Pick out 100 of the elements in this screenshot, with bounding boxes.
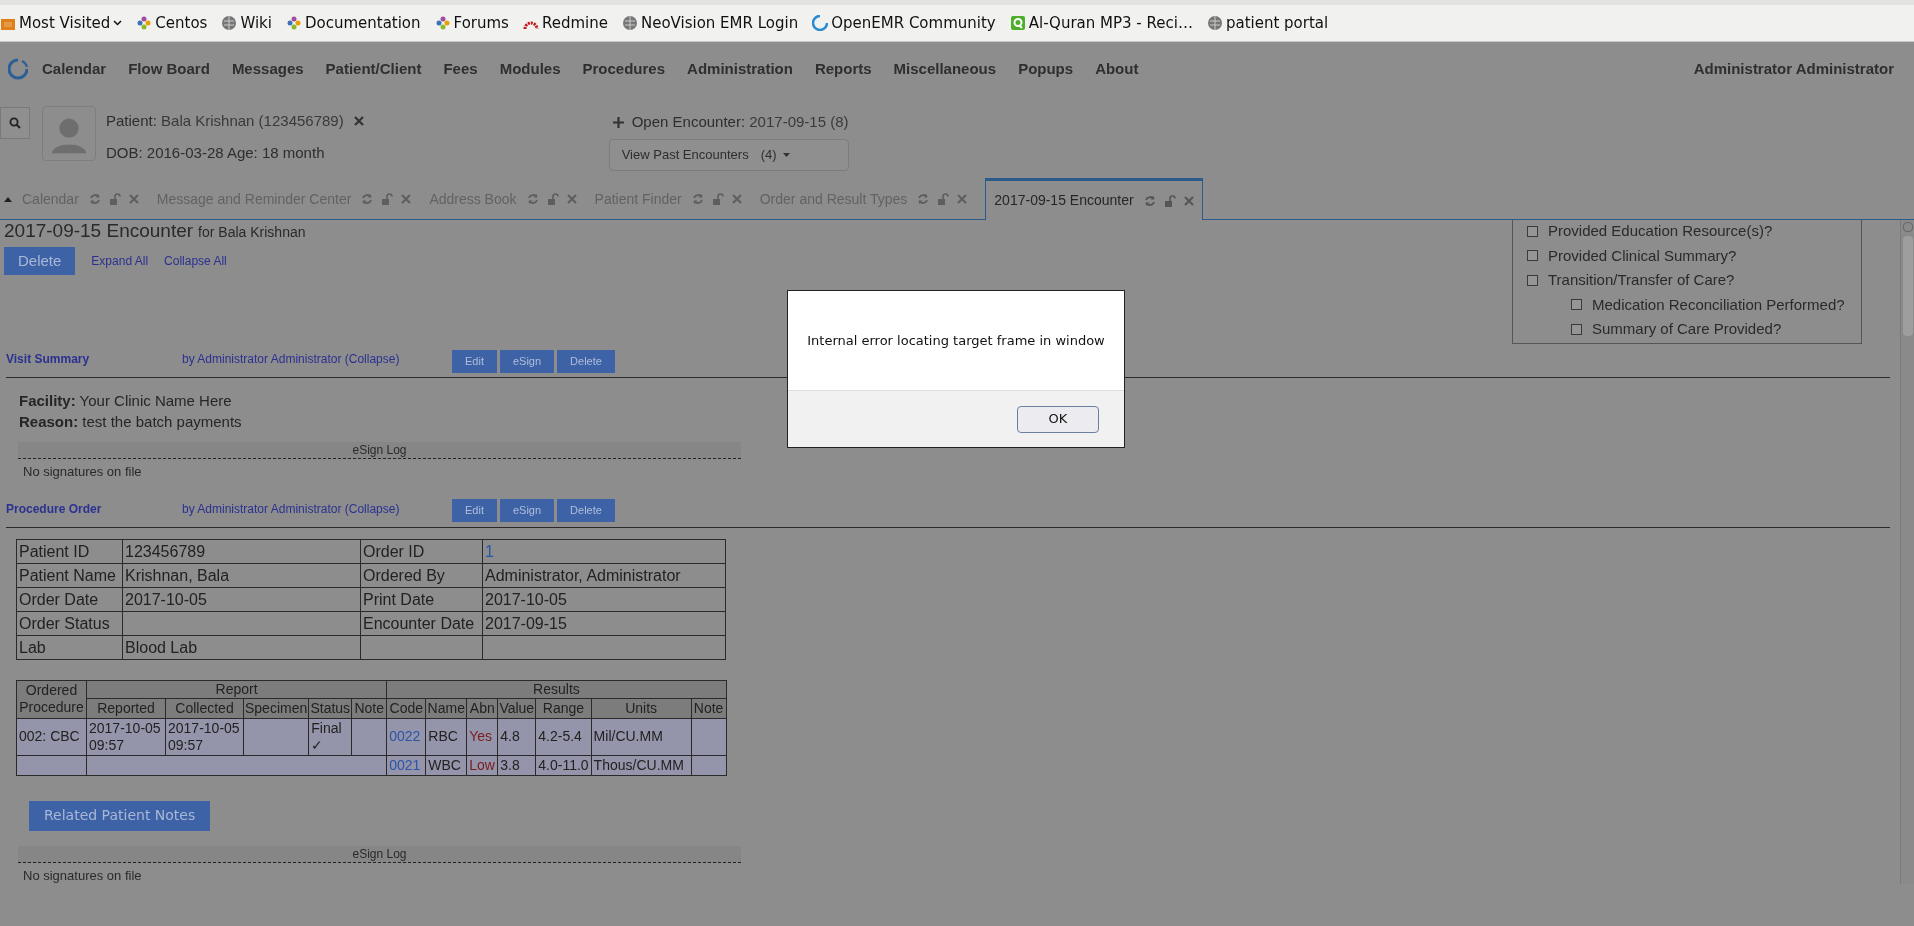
- column-header: Reported: [86, 698, 166, 718]
- tab[interactable]: 2017-09-15 Encounter: [985, 178, 1203, 220]
- menu-item[interactable]: Calendar: [42, 57, 107, 81]
- column-header: Collected: [165, 698, 244, 718]
- table-cell: 2017-10-05 09:57: [165, 718, 244, 755]
- caret-up-icon[interactable]: [4, 197, 12, 202]
- menu-item[interactable]: Flow Board: [128, 57, 210, 81]
- table-cell: Administrator, Administrator: [482, 563, 726, 587]
- menu-item[interactable]: Patient/Client: [325, 57, 422, 81]
- section-author[interactable]: by Administrator Administrator (Collapse): [182, 499, 452, 518]
- menu-item[interactable]: Modules: [499, 57, 561, 81]
- bookmark-link[interactable]: Al-Quran MP3 - Reci…: [1009, 11, 1193, 35]
- table-cell: 2017-10-05: [482, 587, 726, 611]
- lock-icon[interactable]: [1163, 194, 1176, 207]
- section-button[interactable]: eSign: [499, 349, 555, 373]
- patient-name: Patient: Bala Krishnan (123456789): [106, 111, 344, 131]
- bookmark-link[interactable]: NeoVision EMR Login: [621, 11, 799, 35]
- menu-item[interactable]: Procedures: [582, 57, 666, 81]
- refresh-icon[interactable]: [88, 193, 101, 205]
- menu-item[interactable]: Reports: [814, 57, 872, 81]
- close-icon[interactable]: [128, 194, 139, 204]
- lock-icon[interactable]: [937, 193, 950, 205]
- bookmark-link[interactable]: Centos: [136, 11, 208, 35]
- section-title[interactable]: Visit Summary: [6, 350, 182, 368]
- refresh-icon[interactable]: [526, 193, 539, 205]
- expand-all-link[interactable]: Expand All: [91, 252, 149, 270]
- table-cell: 2017-10-05 09:57: [86, 718, 166, 755]
- section-button[interactable]: Delete: [557, 349, 615, 373]
- related-notes-button[interactable]: Related Patient Notes: [29, 800, 211, 831]
- order-id-link[interactable]: 1: [482, 539, 726, 563]
- column-header: Units: [591, 698, 692, 718]
- table-cell: Krishnan, Bala: [122, 563, 361, 587]
- delete-button[interactable]: Delete: [4, 247, 76, 275]
- close-icon[interactable]: [401, 194, 412, 204]
- checkbox-label: Provided Clinical Summary?: [1548, 245, 1737, 266]
- user-name[interactable]: Administrator Administrator: [1693, 57, 1894, 81]
- menu-item[interactable]: Miscellaneous: [893, 57, 997, 81]
- bookmark-link[interactable]: patient portal: [1206, 11, 1329, 35]
- column-header: Specimen: [243, 698, 309, 718]
- chevron-down-icon: [113, 20, 123, 26]
- section-title[interactable]: Procedure Order: [6, 499, 182, 518]
- bookmark-link[interactable]: OpenEMR Community: [812, 11, 996, 35]
- menu-item[interactable]: Popups: [1018, 57, 1074, 81]
- lock-icon[interactable]: [108, 193, 121, 205]
- search-button[interactable]: [0, 107, 30, 139]
- globe-icon: [621, 15, 638, 31]
- checkbox[interactable]: [1527, 250, 1538, 262]
- close-icon[interactable]: [1183, 195, 1194, 206]
- no-signatures-text: No signatures on file: [22, 866, 143, 885]
- column-header: Abn: [466, 698, 498, 718]
- table-cell: WBC: [425, 755, 467, 775]
- result-code-link[interactable]: 0022: [386, 718, 426, 755]
- checkbox-label: Transition/Transfer of Care?: [1548, 270, 1735, 290]
- bookmark-link[interactable]: Forums: [434, 11, 509, 35]
- lock-icon[interactable]: [711, 193, 724, 205]
- menu-item[interactable]: Administration: [687, 57, 793, 81]
- table-cell: Blood Lab: [122, 635, 361, 659]
- section-button[interactable]: Delete: [557, 499, 615, 522]
- bookmark-link[interactable]: Redmine: [522, 11, 608, 35]
- checkbox[interactable]: [1527, 225, 1538, 237]
- bookmark-link[interactable]: Wiki: [221, 11, 272, 35]
- refresh-icon[interactable]: [1143, 194, 1156, 207]
- result-code-link[interactable]: 0021: [386, 755, 426, 775]
- esign-log-title: eSign Log: [352, 845, 407, 862]
- checkbox[interactable]: [1527, 274, 1538, 286]
- bookmark-link[interactable]: Most Visited: [0, 11, 123, 35]
- esign-log-title: eSign Log: [352, 442, 407, 458]
- refresh-icon[interactable]: [691, 193, 704, 205]
- menu-item[interactable]: Messages: [231, 57, 304, 81]
- column-header: Note: [691, 698, 727, 718]
- table-cell: Thous/CU.MM: [591, 755, 692, 775]
- section-button[interactable]: Edit: [452, 499, 497, 522]
- section-button[interactable]: eSign: [499, 499, 555, 522]
- checkbox[interactable]: [1571, 299, 1582, 311]
- table-cell: 4.2-5.4: [535, 718, 592, 755]
- collapse-all-link[interactable]: Collapse All: [164, 252, 227, 270]
- close-icon[interactable]: [957, 194, 968, 204]
- lock-icon[interactable]: [381, 193, 394, 205]
- close-icon[interactable]: [731, 194, 742, 204]
- table-cell: 002: CBC: [16, 718, 87, 755]
- menu-item[interactable]: About: [1095, 57, 1139, 81]
- bookmark-link[interactable]: Documentation: [285, 11, 421, 35]
- logo-icon[interactable]: [8, 58, 28, 80]
- section-author[interactable]: by Administrator Administrator (Collapse): [182, 350, 452, 368]
- ok-button[interactable]: OK: [1017, 405, 1099, 433]
- close-icon[interactable]: [353, 116, 364, 127]
- globe-icon: [1206, 15, 1223, 31]
- refresh-icon[interactable]: [361, 193, 374, 205]
- past-encounters-dropdown[interactable]: View Past Encounters (4): [608, 138, 849, 171]
- flower-icon: [434, 15, 451, 31]
- refresh-icon[interactable]: [917, 193, 930, 205]
- section-button[interactable]: Edit: [452, 349, 497, 373]
- menu-item[interactable]: Fees: [443, 57, 478, 81]
- dialog-message: Internal error locating target frame in window: [807, 331, 1105, 350]
- lock-icon[interactable]: [546, 193, 559, 205]
- checkbox[interactable]: [1571, 323, 1582, 335]
- plus-icon[interactable]: [612, 116, 624, 128]
- scrollbar[interactable]: [1900, 220, 1914, 884]
- flower-icon: [285, 15, 302, 31]
- close-icon[interactable]: [566, 194, 577, 204]
